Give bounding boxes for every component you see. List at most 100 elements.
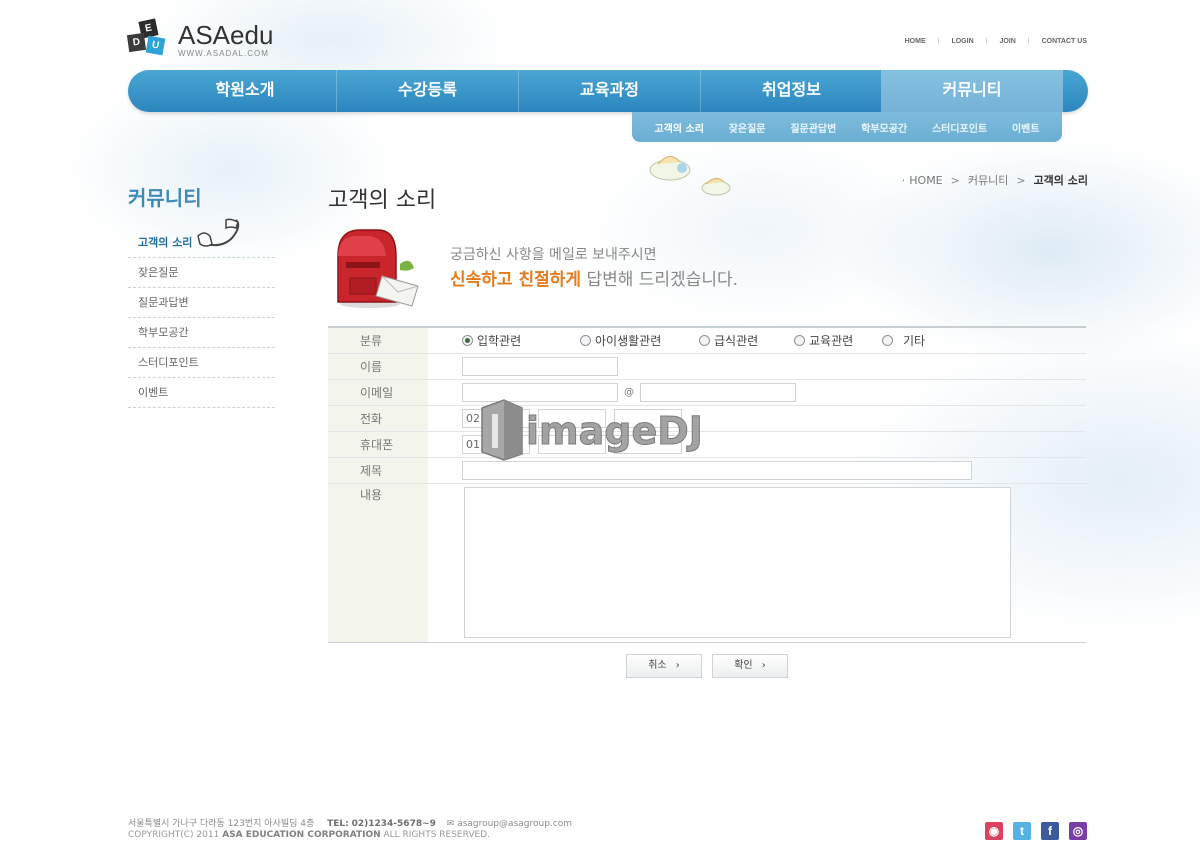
- radio-etc[interactable]: 기타: [882, 332, 925, 349]
- subnav-item-faq[interactable]: 잦은질문: [729, 120, 766, 135]
- me2day-icon[interactable]: ◎: [1069, 822, 1087, 840]
- mailbox-icon: [337, 229, 419, 308]
- mail-icon: ✉: [446, 819, 455, 829]
- logo-tile-u: U: [145, 35, 166, 56]
- radio-meals[interactable]: 급식관련: [699, 332, 758, 349]
- nav-item-registration[interactable]: 수강등록: [336, 70, 518, 112]
- main-nav: 학원소개 수강등록 교육과정 취업정보 커뮤니티: [128, 70, 1088, 112]
- sub-nav: 고객의 소리 잦은질문 질문관답변 학부모공간 스터디포인트 이벤트: [632, 112, 1062, 142]
- radio-unchecked-icon: [794, 335, 805, 346]
- radio-education-label: 교육관련: [809, 334, 854, 348]
- name-label: 이름: [328, 354, 428, 379]
- sidebar-item-faq[interactable]: 잦은질문: [128, 258, 275, 288]
- intro-highlight: 신속하고 친절하게: [450, 270, 582, 290]
- intro-rest: 답변해 드리겠습니다.: [581, 270, 739, 290]
- confirm-button[interactable]: 확인 ›: [712, 654, 788, 678]
- name-input[interactable]: [462, 357, 618, 376]
- radio-meals-label: 급식관련: [714, 334, 759, 348]
- radio-admission-label: 입학관련: [477, 334, 522, 348]
- footer-copyright: COPYRIGHT(C) 2011 ASA EDUCATION CORPORAT…: [128, 830, 490, 840]
- name-field-wrap: [428, 354, 1086, 379]
- breadcrumb-home[interactable]: HOME: [909, 174, 942, 187]
- form-row-content: 내용: [328, 484, 1086, 642]
- radio-checked-icon: [462, 335, 473, 346]
- subject-input[interactable]: [462, 461, 972, 480]
- footer-email[interactable]: asagroup@asagroup.com: [457, 819, 572, 829]
- inquiry-form: 분류 입학관련 아이생활관련 급식관련 교육관련 기타 이름 이메일 @ 전화 …: [328, 326, 1086, 643]
- nav-item-community[interactable]: 커뮤니티: [881, 70, 1063, 112]
- chevron-right-icon: >: [950, 173, 960, 187]
- copyright-suffix: ALL RIGHTS RESERVED.: [380, 830, 491, 840]
- facebook-icon[interactable]: f: [1041, 822, 1059, 840]
- chevron-right-icon: ›: [675, 660, 680, 671]
- chevron-right-icon: ›: [761, 660, 766, 671]
- top-link-login[interactable]: LOGIN: [951, 38, 973, 45]
- footer-tel: 02)1234-5678~9: [351, 819, 436, 829]
- watermark-text: imageDJ: [526, 409, 703, 453]
- breadcrumb-community[interactable]: 커뮤니티: [968, 172, 1008, 188]
- blog-icon[interactable]: ◉: [985, 822, 1003, 840]
- sidebar-item-parents[interactable]: 학부모공간: [128, 318, 275, 348]
- chevron-right-icon: >: [1016, 173, 1026, 187]
- separator: |: [1027, 38, 1030, 45]
- subnav-item-study-point[interactable]: 스터디포인트: [932, 120, 987, 135]
- form-row-category: 분류 입학관련 아이생활관련 급식관련 교육관련 기타: [328, 328, 1086, 354]
- cancel-button-label: 취소: [648, 660, 667, 671]
- mobile-label: 휴대폰: [328, 432, 428, 457]
- copyright-company: ASA EDUCATION CORPORATION: [222, 830, 381, 840]
- separator: |: [985, 38, 988, 45]
- radio-unchecked-icon: [882, 335, 893, 346]
- content-field-wrap: [428, 484, 1086, 642]
- twitter-icon[interactable]: t: [1013, 822, 1031, 840]
- logo[interactable]: E D U ASAedu WWW.ASADAL.COM: [126, 18, 288, 60]
- logo-wordmark: ASAedu: [178, 20, 274, 50]
- subnav-item-qna[interactable]: 질문관답변: [790, 120, 836, 135]
- radio-child-life-label: 아이생활관련: [595, 334, 662, 348]
- nav-item-jobs[interactable]: 취업정보: [700, 70, 882, 112]
- nav-item-courses[interactable]: 교육과정: [518, 70, 700, 112]
- top-link-home[interactable]: HOME: [905, 38, 926, 45]
- nav-item-about[interactable]: 학원소개: [154, 70, 336, 112]
- email-label: 이메일: [328, 380, 428, 405]
- subnav-item-parents[interactable]: 학부모공간: [861, 120, 907, 135]
- logo-tile-d: D: [126, 32, 147, 53]
- radio-etc-label: 기타: [903, 334, 926, 348]
- radio-unchecked-icon: [580, 335, 591, 346]
- sidebar-item-study-point[interactable]: 스터디포인트: [128, 348, 275, 378]
- top-link-join[interactable]: JOIN: [999, 38, 1015, 45]
- page-title: 고객의 소리: [328, 188, 437, 213]
- breadcrumb-dot: ·: [901, 173, 906, 187]
- content-textarea[interactable]: [464, 487, 1011, 638]
- category-options: 입학관련 아이생활관련 급식관련 교육관련 기타: [428, 328, 1086, 353]
- top-link-contact[interactable]: CONTACT US: [1042, 38, 1087, 45]
- email-at-sign: @: [624, 387, 634, 398]
- radio-child-life[interactable]: 아이생활관련: [580, 332, 661, 349]
- breadcrumb: · HOME > 커뮤니티 > 고객의 소리: [902, 172, 1088, 188]
- cancel-button[interactable]: 취소 ›: [626, 654, 702, 678]
- top-links: HOME | LOGIN | JOIN | CONTACT US: [905, 38, 1087, 45]
- sidebar-item-qna[interactable]: 질문과답변: [128, 288, 275, 318]
- footer-tel-label: TEL:: [327, 819, 349, 829]
- breadcrumb-current: 고객의 소리: [1033, 174, 1088, 187]
- sidebar-item-event[interactable]: 이벤트: [128, 378, 275, 408]
- confirm-button-label: 확인: [734, 660, 753, 671]
- content-label: 내용: [328, 484, 428, 642]
- radio-admission[interactable]: 입학관련: [462, 332, 521, 349]
- subject-label: 제목: [328, 458, 428, 483]
- subnav-item-customer-voice[interactable]: 고객의 소리: [654, 120, 703, 135]
- form-row-name: 이름: [328, 354, 1086, 380]
- sidebar-title: 커뮤니티: [128, 186, 202, 210]
- subnav-item-event[interactable]: 이벤트: [1012, 120, 1040, 135]
- radio-unchecked-icon: [699, 335, 710, 346]
- phone-label: 전화: [328, 406, 428, 431]
- sidebar-item-customer-voice[interactable]: 고객의 소리: [128, 228, 275, 258]
- intro-line-1: 궁금하신 사항을 메일로 보내주시면: [450, 247, 657, 263]
- separator: |: [937, 38, 940, 45]
- radio-education[interactable]: 교육관련: [794, 332, 853, 349]
- intro-line-2: 신속하고 친절하게 답변해 드리겠습니다.: [450, 265, 738, 290]
- footer-address-text: 서울특별시 가나구 다라동 123번지 아사빌딩 4층: [128, 819, 315, 829]
- footer-address: 서울특별시 가나구 다라동 123번지 아사빌딩 4층 TEL: 02)1234…: [128, 816, 572, 829]
- sidebar-menu: 고객의 소리 잦은질문 질문과답변 학부모공간 스터디포인트 이벤트: [128, 228, 275, 408]
- watermark-logo: imageDJ: [481, 399, 703, 461]
- copyright-prefix: COPYRIGHT(C) 2011: [128, 830, 223, 840]
